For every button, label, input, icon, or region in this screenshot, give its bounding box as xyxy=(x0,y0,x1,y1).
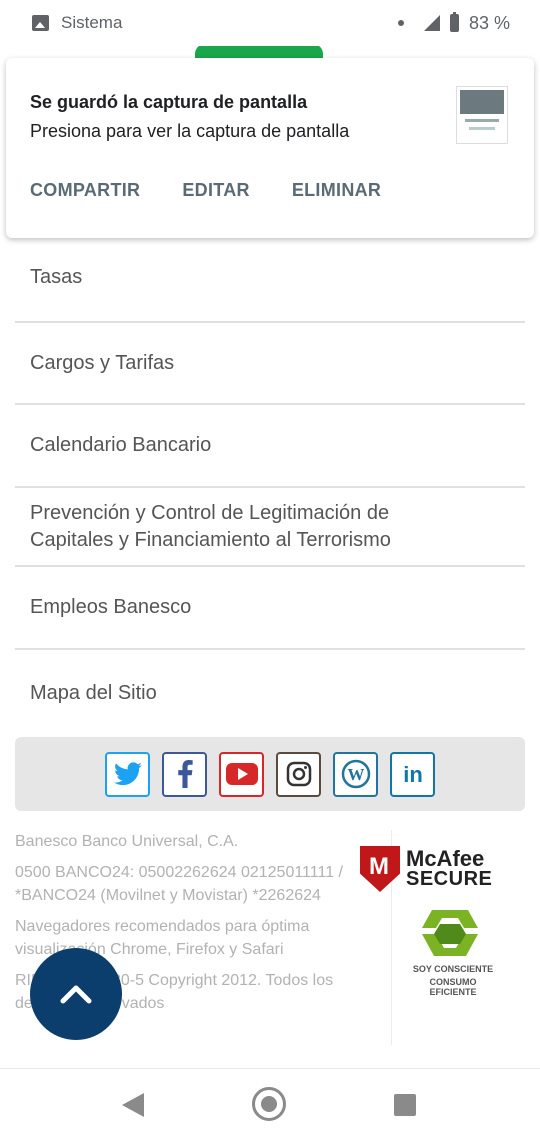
edit-button[interactable]: EDITAR xyxy=(182,180,249,201)
recent-apps-icon[interactable] xyxy=(394,1094,416,1116)
instagram-icon[interactable] xyxy=(276,751,321,797)
mcafee-shield-icon: M xyxy=(360,846,400,892)
mcafee-secure-label: SECURE xyxy=(406,868,493,890)
consumo-eficiente-badge: SOY CONSCIENTE CONSUMO EFICIENTE xyxy=(408,904,498,997)
linkedin-icon[interactable]: in xyxy=(390,751,435,797)
menu-item-calendario[interactable]: Calendario Bancario xyxy=(15,405,525,488)
social-links: W in xyxy=(15,737,525,811)
notification-text: Presiona para ver la captura de pantalla xyxy=(30,121,350,141)
battery-icon xyxy=(449,12,459,32)
footer-phones: 0500 BANCO24: 05002262624 02125011111 / … xyxy=(15,864,343,904)
status-app-label: Sistema xyxy=(61,13,123,32)
svg-text:W: W xyxy=(347,765,364,784)
chevron-up-icon xyxy=(60,985,92,1004)
menu-item-tasas[interactable]: Tasas xyxy=(15,240,525,323)
back-icon[interactable] xyxy=(122,1093,144,1117)
delete-button[interactable]: ELIMINAR xyxy=(292,180,381,201)
eco-line-1: SOY CONSCIENTE xyxy=(412,964,494,974)
scroll-top-button[interactable] xyxy=(30,948,122,1040)
eco-logo-icon xyxy=(422,910,478,956)
youtube-icon[interactable] xyxy=(219,751,264,797)
svg-text:in: in xyxy=(403,762,423,787)
home-icon[interactable] xyxy=(252,1087,286,1121)
notification-title: Se guardó la captura de pantalla xyxy=(30,92,308,112)
screenshot-thumbnail[interactable] xyxy=(456,86,508,144)
footer-company: Banesco Banco Universal, C.A. xyxy=(15,833,239,850)
status-bar: Sistema 83 % xyxy=(0,0,540,46)
menu-item-prevencion[interactable]: Prevención y Control de Legitimación de … xyxy=(15,488,525,567)
battery-level: 83 % xyxy=(468,12,510,33)
mcafee-secure-badge[interactable]: M McAfee SECURE xyxy=(360,842,500,892)
footer-menu: Tasas Cargos y Tarifas Calendario Bancar… xyxy=(15,240,525,736)
menu-item-mapa[interactable]: Mapa del Sitio xyxy=(15,650,525,736)
image-icon xyxy=(32,15,49,31)
notification-dot-icon xyxy=(397,20,404,26)
signal-icon xyxy=(423,15,440,31)
twitter-icon[interactable] xyxy=(105,751,150,797)
menu-item-empleos[interactable]: Empleos Banesco xyxy=(15,567,525,650)
share-button[interactable]: COMPARTIR xyxy=(30,180,140,201)
wordpress-icon[interactable]: W xyxy=(333,751,378,797)
screenshot-notification[interactable]: Se guardó la captura de pantalla Presion… xyxy=(6,58,534,238)
system-navigation-bar xyxy=(0,1068,540,1140)
menu-item-cargos[interactable]: Cargos y Tarifas xyxy=(15,323,525,405)
facebook-icon[interactable] xyxy=(162,751,207,797)
eco-line-2: CONSUMO EFICIENTE xyxy=(429,977,477,997)
